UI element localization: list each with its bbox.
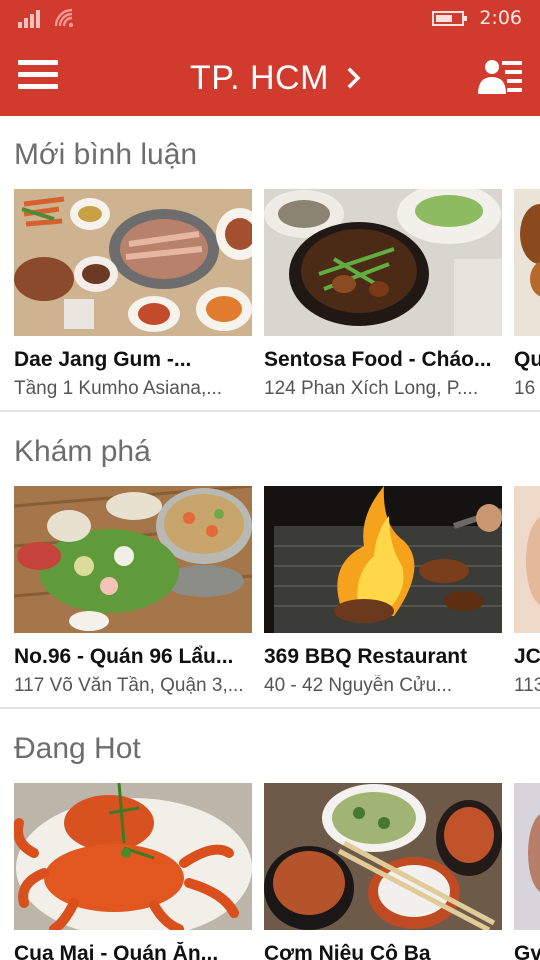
restaurant-name: Cua Mai - Quán Ăn... [14, 942, 219, 960]
section-title-recent: Mới bình luận [14, 138, 198, 171]
restaurant-name: JC [514, 645, 540, 668]
status-bar: 2:06 [0, 0, 540, 38]
section-title-hot: Đang Hot [14, 732, 141, 765]
restaurant-card[interactable]: Gv [514, 783, 540, 960]
restaurant-card[interactable]: Cơm Niêu Cô Ba [264, 783, 502, 960]
restaurant-name: Qu [514, 348, 540, 371]
restaurant-photo [514, 783, 540, 930]
restaurant-address: 113 [514, 675, 540, 696]
restaurant-name: Gv [514, 942, 540, 960]
restaurant-photo [14, 189, 252, 336]
restaurant-photo [514, 486, 540, 633]
section-title-explore: Khám phá [14, 435, 151, 468]
restaurant-card[interactable]: Dae Jang Gum -... Tầng 1 Kumho Asiana,..… [14, 189, 252, 400]
restaurant-name: 369 BBQ Restaurant [264, 645, 468, 668]
chevron-right-icon [347, 67, 361, 89]
hamburger-menu-icon[interactable] [18, 58, 58, 92]
section-divider [0, 707, 540, 709]
section-divider [0, 410, 540, 412]
restaurant-address: 16 [514, 378, 536, 399]
wifi-icon [54, 8, 74, 28]
restaurant-photo [264, 783, 502, 930]
restaurant-photo [14, 486, 252, 633]
restaurant-card[interactable]: 369 BBQ Restaurant 40 - 42 Nguyễn Cửu... [264, 486, 502, 697]
restaurant-card[interactable]: Cua Mai - Quán Ăn... [14, 783, 252, 960]
restaurant-address: 124 Phan Xích Long, P.... [264, 378, 479, 399]
app-bar: TP. HCM [0, 38, 540, 116]
restaurant-address: Tầng 1 Kumho Asiana,... [14, 378, 223, 399]
restaurant-name: Sentosa Food - Cháo... [264, 348, 492, 371]
restaurant-name: Cơm Niêu Cô Ba [264, 942, 431, 960]
restaurant-photo [514, 189, 540, 336]
battery-level [436, 15, 452, 22]
city-selector-button[interactable]: TP. HCM [190, 56, 361, 100]
restaurant-card[interactable]: No.96 - Quán 96 Lẩu... 117 Võ Văn Tần, Q… [14, 486, 252, 697]
restaurant-name: Dae Jang Gum -... [14, 348, 192, 371]
clock: 2:06 [479, 7, 522, 29]
restaurant-name: No.96 - Quán 96 Lẩu... [14, 645, 234, 668]
account-list-icon[interactable] [478, 58, 522, 96]
restaurant-photo [14, 783, 252, 930]
city-title: TP. HCM [190, 58, 329, 97]
restaurant-photo [264, 189, 502, 336]
restaurant-card[interactable]: Sentosa Food - Cháo... 124 Phan Xích Lon… [264, 189, 502, 400]
restaurant-card[interactable]: JC 113 [514, 486, 540, 697]
signal-icon [18, 10, 42, 28]
restaurant-card[interactable]: Qu 16 [514, 189, 540, 400]
restaurant-address: 117 Võ Văn Tần, Quận 3,... [14, 675, 244, 696]
restaurant-photo [264, 486, 502, 633]
battery-icon [432, 11, 467, 26]
restaurant-address: 40 - 42 Nguyễn Cửu... [264, 675, 453, 696]
